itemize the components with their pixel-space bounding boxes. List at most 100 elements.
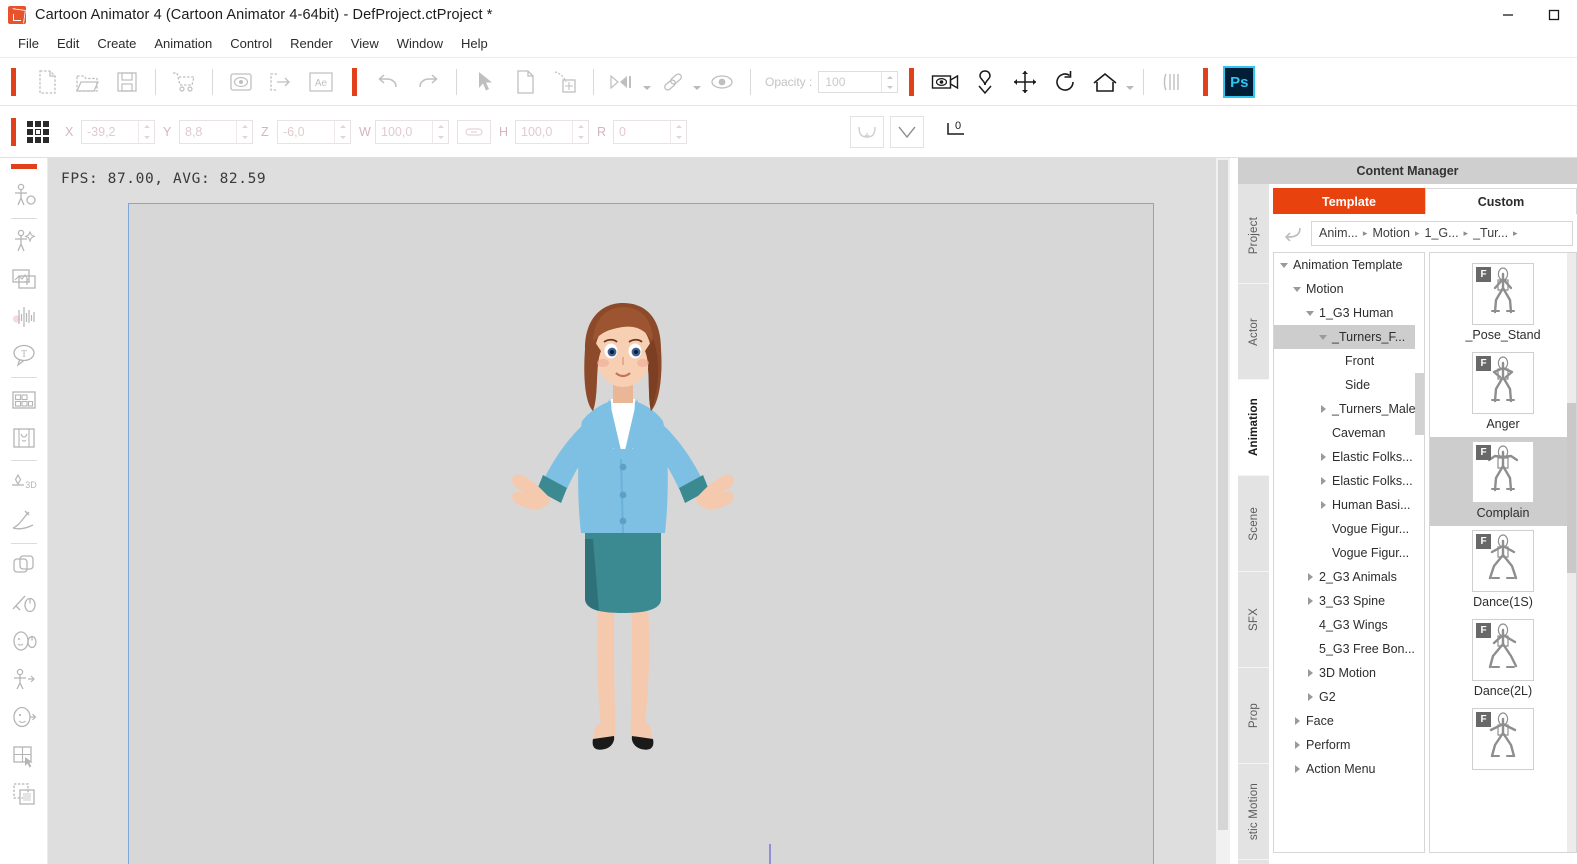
chevron-down-icon[interactable] bbox=[1278, 263, 1290, 268]
tree-node[interactable]: Elastic Folks... bbox=[1274, 445, 1424, 469]
playback-range-icon[interactable] bbox=[605, 66, 639, 98]
back-arrow-icon[interactable] bbox=[1273, 225, 1311, 241]
breadcrumb-segment-0[interactable]: Anim... bbox=[1319, 226, 1358, 240]
vtab-prop[interactable]: Prop bbox=[1238, 668, 1269, 764]
home-view-chevron-down-icon[interactable] bbox=[1125, 69, 1135, 95]
linear-curve-icon[interactable] bbox=[890, 115, 924, 148]
3d-motion-icon[interactable]: 3D bbox=[4, 464, 44, 502]
viewport-vertical-scrollbar[interactable] bbox=[1216, 158, 1230, 864]
column-layout-icon[interactable] bbox=[1155, 66, 1189, 98]
maximize-button[interactable] bbox=[1531, 0, 1577, 30]
open-project-icon[interactable] bbox=[70, 66, 104, 98]
chevron-right-icon[interactable] bbox=[1317, 501, 1329, 509]
undo-icon[interactable] bbox=[371, 66, 405, 98]
keyframe-marker[interactable]: 0 bbox=[944, 119, 970, 145]
tree-node[interactable]: Caveman bbox=[1274, 421, 1424, 445]
motion-thumbnail-image[interactable]: F bbox=[1472, 263, 1534, 325]
motion-thumbnail-grid[interactable]: F _Pose_Stand F Anger F Complain F Dance(1S) F Da… bbox=[1429, 252, 1577, 853]
redo-icon[interactable] bbox=[411, 66, 445, 98]
breadcrumb[interactable]: Anim... ▸ Motion ▸ 1_G... ▸ _Tur... ▸ bbox=[1311, 220, 1573, 246]
chevron-right-icon[interactable] bbox=[1304, 693, 1316, 701]
drop-to-floor-icon[interactable] bbox=[968, 66, 1002, 98]
transform-field-z[interactable]: Z -6,0 bbox=[261, 119, 351, 144]
after-effects-icon[interactable]: Ae bbox=[304, 66, 338, 98]
motion-thumbnail-item[interactable]: F Dance(1S) bbox=[1430, 526, 1576, 615]
motion-thumbnail-item[interactable]: F Anger bbox=[1430, 348, 1576, 437]
menu-view[interactable]: View bbox=[342, 34, 388, 53]
vtab-project[interactable]: Project bbox=[1238, 188, 1269, 284]
motion-thumbnail-item[interactable]: F Complain bbox=[1430, 437, 1576, 526]
menu-edit[interactable]: Edit bbox=[48, 34, 88, 53]
menu-create[interactable]: Create bbox=[88, 34, 145, 53]
breadcrumb-segment-3[interactable]: _Tur... bbox=[1473, 226, 1508, 240]
motion-thumbnail-image[interactable]: F bbox=[1472, 708, 1534, 770]
image-layer-icon[interactable] bbox=[4, 260, 44, 298]
face-fitting-icon[interactable] bbox=[4, 419, 44, 457]
transform-field-r[interactable]: R 0 bbox=[597, 119, 687, 144]
viewport-scrollbar-thumb[interactable] bbox=[1218, 160, 1228, 830]
tree-node[interactable]: _Turners_F... bbox=[1274, 325, 1424, 349]
elastic-motion-icon[interactable] bbox=[4, 502, 44, 540]
save-project-icon[interactable] bbox=[110, 66, 144, 98]
rotate-tool-icon[interactable] bbox=[1048, 66, 1082, 98]
layer-stack-icon[interactable] bbox=[4, 775, 44, 813]
motion-thumbnail-item[interactable]: F Dance(2L) bbox=[1430, 615, 1576, 704]
character-setup-icon[interactable] bbox=[4, 177, 44, 215]
toolbar-group-handle-camera[interactable] bbox=[909, 68, 915, 96]
vtab-scene[interactable]: Scene bbox=[1238, 476, 1269, 572]
tree-node[interactable]: 1_G3 Human bbox=[1274, 301, 1424, 325]
tree-node[interactable]: 2_G3 Animals bbox=[1274, 565, 1424, 589]
camera-view-icon[interactable] bbox=[928, 66, 962, 98]
vtab-actor[interactable]: Actor bbox=[1238, 284, 1269, 380]
audio-waveform-icon[interactable] bbox=[4, 298, 44, 336]
chevron-right-icon[interactable] bbox=[1304, 669, 1316, 677]
tree-node[interactable]: Animation Template bbox=[1274, 253, 1424, 277]
tree-node[interactable]: Vogue Figur... bbox=[1274, 517, 1424, 541]
toolbar-group-handle-ps[interactable] bbox=[1203, 68, 1209, 96]
female-cartoon-character[interactable] bbox=[481, 299, 761, 759]
tree-node[interactable]: Action Menu bbox=[1274, 757, 1424, 781]
visibility-eye-icon[interactable] bbox=[705, 66, 739, 98]
sprite-effect-icon[interactable] bbox=[4, 222, 44, 260]
category-tree[interactable]: Animation Template Motion 1_G3 Human _Turne… bbox=[1273, 252, 1425, 853]
chevron-right-icon[interactable] bbox=[1304, 573, 1316, 581]
motion-thumbnail-image[interactable]: F bbox=[1472, 619, 1534, 681]
chevron-right-icon[interactable] bbox=[1317, 477, 1329, 485]
preview-render-icon[interactable] bbox=[224, 66, 258, 98]
chevron-right-icon[interactable] bbox=[1304, 597, 1316, 605]
tree-node[interactable]: 3D Motion bbox=[1274, 661, 1424, 685]
chevron-right-icon[interactable] bbox=[1291, 741, 1303, 749]
menu-help[interactable]: Help bbox=[452, 34, 497, 53]
tree-node[interactable]: 3_G3 Spine bbox=[1274, 589, 1424, 613]
home-view-icon[interactable] bbox=[1088, 66, 1122, 98]
vtab-sfx[interactable]: SFX bbox=[1238, 572, 1269, 668]
chevron-down-icon[interactable] bbox=[1317, 335, 1329, 340]
menu-control[interactable]: Control bbox=[221, 34, 281, 53]
vtab-elastic-motion[interactable]: stic Motion bbox=[1238, 764, 1269, 860]
breadcrumb-segment-1[interactable]: Motion bbox=[1372, 226, 1410, 240]
link-bone-icon[interactable] bbox=[655, 66, 689, 98]
tree-node[interactable]: Vogue Figur... bbox=[1274, 541, 1424, 565]
face-key-icon[interactable] bbox=[4, 699, 44, 737]
opacity-stepper[interactable] bbox=[881, 72, 897, 92]
menu-animation[interactable]: Animation bbox=[145, 34, 221, 53]
content-store-icon[interactable] bbox=[167, 66, 201, 98]
grid-scrollbar[interactable] bbox=[1567, 253, 1576, 852]
link-bone-chevron-down-icon[interactable] bbox=[692, 69, 702, 95]
paste-transform-icon[interactable] bbox=[548, 66, 582, 98]
motion-thumbnail-image[interactable]: F bbox=[1472, 352, 1534, 414]
link-aspect-ratio-icon[interactable] bbox=[457, 119, 491, 144]
h-stepper[interactable] bbox=[572, 120, 588, 143]
move-tool-icon[interactable] bbox=[1008, 66, 1042, 98]
opacity-input[interactable]: 100 bbox=[818, 71, 899, 93]
tree-scrollbar[interactable] bbox=[1415, 253, 1424, 852]
tab-custom[interactable]: Custom bbox=[1425, 188, 1577, 214]
chevron-right-icon[interactable] bbox=[1317, 405, 1329, 413]
motion-thumbnail-image[interactable]: F bbox=[1472, 530, 1534, 592]
tree-node[interactable]: Perform bbox=[1274, 733, 1424, 757]
chevron-right-icon[interactable] bbox=[1291, 717, 1303, 725]
tree-node[interactable]: Face bbox=[1274, 709, 1424, 733]
photoshop-icon[interactable]: Ps bbox=[1223, 66, 1256, 98]
r-stepper[interactable] bbox=[670, 120, 686, 143]
motion-thumbnail-image[interactable]: F bbox=[1472, 441, 1534, 503]
